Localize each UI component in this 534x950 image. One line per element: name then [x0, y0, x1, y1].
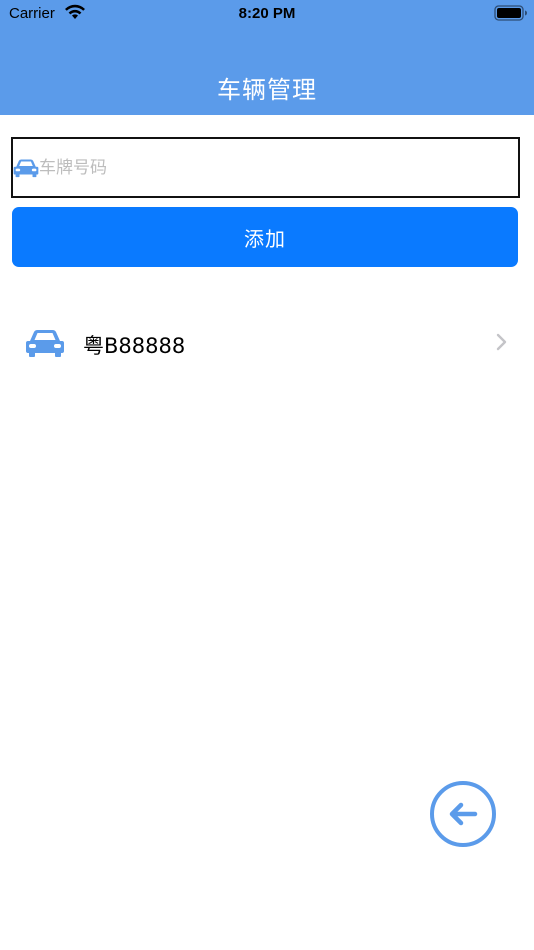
chevron-right-icon — [496, 333, 507, 351]
status-bar: Carrier 8:20 PM — [0, 0, 534, 28]
page-title: 车辆管理 — [217, 76, 317, 104]
battery-icon — [494, 5, 527, 21]
status-time: 8:20 PM — [238, 5, 296, 22]
arrow-left-icon — [449, 802, 478, 826]
vehicle-list-item[interactable]: 粤B88888 — [0, 312, 534, 372]
car-icon — [13, 159, 39, 178]
header: Carrier 8:20 PM 车辆管理 — [0, 0, 534, 115]
plate-number-input[interactable] — [39, 139, 517, 196]
plate-input-container — [11, 137, 520, 198]
add-button[interactable]: 添加 — [12, 207, 518, 267]
vehicle-management-screen: Carrier 8:20 PM 车辆管理 添加 — [0, 0, 534, 950]
car-icon — [26, 330, 64, 357]
back-button[interactable] — [430, 781, 496, 847]
vehicle-plate-label: 粤B88888 — [83, 334, 186, 358]
